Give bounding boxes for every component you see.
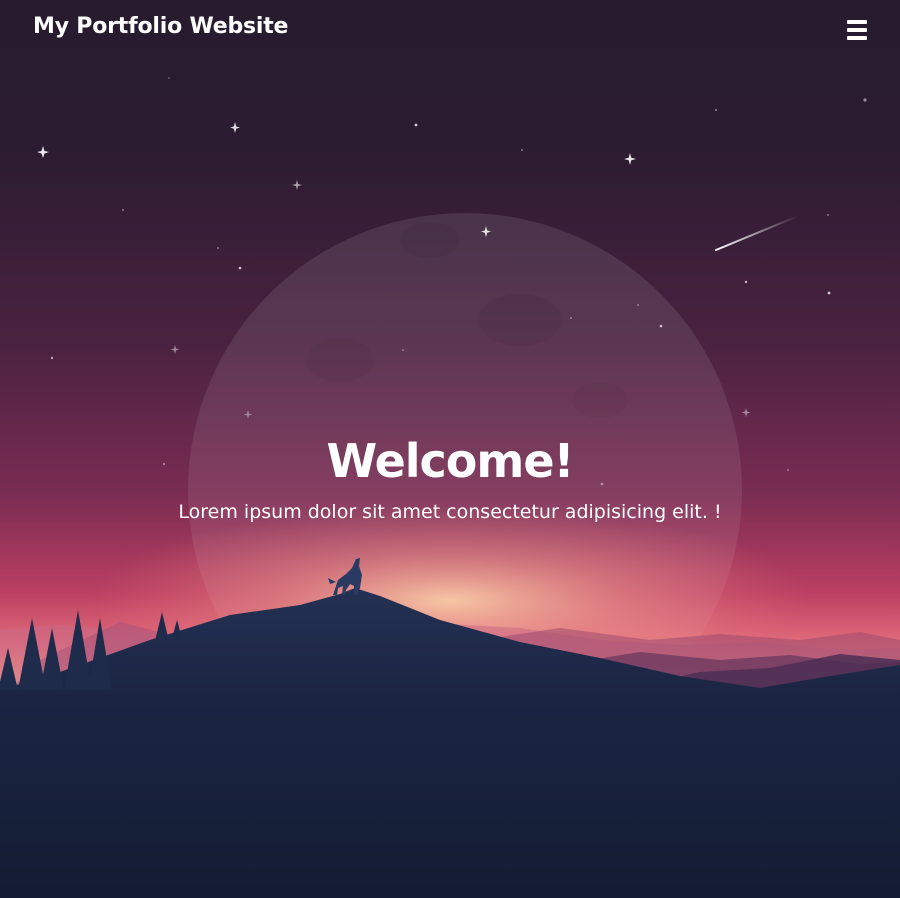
hamburger-menu-icon[interactable] (842, 16, 872, 44)
hero-title: Welcome! (326, 434, 574, 488)
navbar: My Portfolio Website (0, 0, 900, 60)
hero-subtitle: Lorem ipsum dolor sit amet consectetur a… (178, 501, 722, 523)
site-title[interactable]: My Portfolio Website (33, 14, 288, 39)
